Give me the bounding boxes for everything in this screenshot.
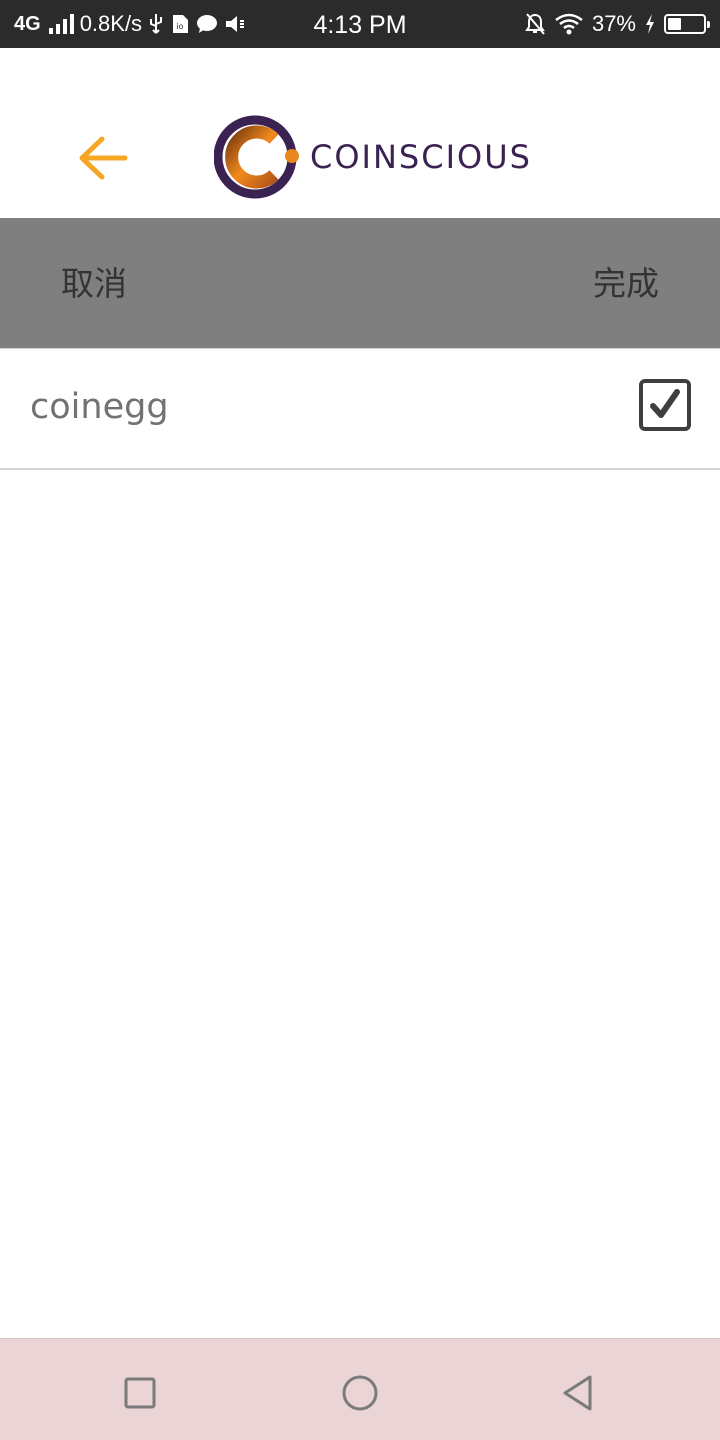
usb-icon <box>148 13 164 35</box>
app-header: COINSCIOUS <box>0 48 720 218</box>
battery-percent: 37% <box>591 11 636 36</box>
sim-icon: io <box>170 13 190 35</box>
coinscious-logo-icon <box>214 115 299 199</box>
battery-icon <box>664 14 710 34</box>
battery-level <box>668 18 681 30</box>
notification-off-icon <box>524 12 546 36</box>
wifi-icon <box>554 13 584 35</box>
home-button[interactable] <box>330 1363 390 1423</box>
brand-name: COINSCIOUS <box>310 138 532 176</box>
back-nav-button[interactable] <box>548 1363 608 1423</box>
clock: 4:13 PM <box>313 11 407 39</box>
volume-muted-icon <box>224 13 246 35</box>
signal-icon <box>48 14 74 34</box>
cancel-button[interactable]: 取消 <box>61 218 127 348</box>
checkmark-icon <box>650 389 680 418</box>
system-nav-bar <box>0 1338 720 1440</box>
list-item-checkbox[interactable] <box>639 379 691 431</box>
home-icon <box>342 1375 378 1411</box>
arrow-left-icon <box>79 136 128 180</box>
svg-text:io: io <box>177 22 184 31</box>
list-item-label: coinegg <box>30 387 169 427</box>
back-button[interactable] <box>72 128 132 188</box>
done-button[interactable]: 完成 <box>593 218 659 348</box>
exchange-list: coinegg <box>0 348 720 470</box>
status-left: 4G 0.8K/s io <box>14 0 246 48</box>
status-right: 37% <box>524 0 710 48</box>
chat-icon <box>196 14 218 34</box>
list-item[interactable]: coinegg <box>0 348 720 470</box>
recent-apps-button[interactable] <box>110 1363 170 1423</box>
charging-icon <box>644 13 656 35</box>
network-speed: 0.8K/s <box>79 11 143 36</box>
back-icon <box>563 1375 592 1411</box>
action-bar: 取消 完成 <box>0 218 720 348</box>
status-bar: 4G 0.8K/s io 4:13 PM 37% <box>0 0 720 48</box>
recent-apps-icon <box>124 1377 156 1409</box>
brand-logo: COINSCIOUS <box>214 114 532 200</box>
network-type: 4G <box>14 12 41 35</box>
